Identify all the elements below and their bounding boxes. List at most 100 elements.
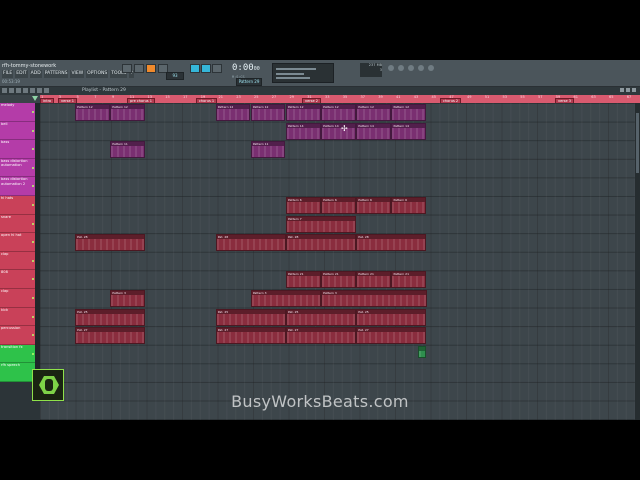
track-mute-led[interactable] xyxy=(32,259,34,262)
snap-icon[interactable] xyxy=(190,64,200,73)
pattern-clip[interactable]: Pattern 6 xyxy=(286,197,321,214)
track-header[interactable]: melody xyxy=(0,103,35,122)
pattern-clip[interactable]: Pattern 21 xyxy=(286,271,321,289)
channel-rack-icon[interactable] xyxy=(398,65,404,71)
track-mute-led[interactable] xyxy=(32,222,34,225)
track-mute-led[interactable] xyxy=(32,352,34,355)
plugin-picker-icon[interactable] xyxy=(428,65,434,71)
zoom-icon[interactable] xyxy=(44,88,49,93)
track-mute-led[interactable] xyxy=(32,297,34,299)
pattern-clip[interactable]: Pat. 27 xyxy=(286,327,356,345)
pattern-clip[interactable]: Pattern 6 xyxy=(321,197,356,214)
track-header[interactable]: bass distortion automation 2 xyxy=(0,177,35,196)
pattern-clip[interactable]: Pattern 12 xyxy=(250,104,286,121)
pattern-clip[interactable]: Pat. 25 xyxy=(356,308,427,326)
pattern-clip[interactable]: Pattern 6 xyxy=(391,197,426,214)
track-header[interactable]: kick xyxy=(0,307,35,327)
select-icon[interactable] xyxy=(37,88,42,93)
track-header[interactable]: bass xyxy=(0,140,35,159)
menu-item-options[interactable]: OPTIONS xyxy=(86,70,109,78)
track-mute-led[interactable] xyxy=(32,148,34,151)
metronome-icon[interactable] xyxy=(201,64,211,73)
track-mute-led[interactable] xyxy=(32,315,34,318)
pattern-clip[interactable]: Pattern 12 xyxy=(321,104,356,121)
pattern-clip[interactable]: Pattern 14 xyxy=(321,122,356,140)
pattern-clip[interactable]: Pat. 27 xyxy=(215,327,286,345)
mute-icon[interactable] xyxy=(23,88,28,93)
track-header[interactable]: open hi hat xyxy=(0,233,35,252)
browser-icon[interactable] xyxy=(418,65,424,71)
pattern-clip[interactable]: Pattern 14 xyxy=(356,122,391,140)
pattern-clip[interactable]: Pattern 21 xyxy=(356,271,391,289)
pattern-clip[interactable]: Pattern 3 xyxy=(321,290,427,307)
menu-item-view[interactable]: VIEW xyxy=(70,70,85,78)
pattern-clip[interactable]: Pattern 12 xyxy=(356,104,391,121)
timeline-ruler[interactable]: 1 3 5 7 9 11 13 15 17 19 21 23 25 27 29 31 33 35 37 39 41 43 4… xyxy=(40,95,640,104)
maximize-icon[interactable] xyxy=(626,88,630,92)
tempo-display[interactable]: 93 xyxy=(166,72,184,80)
pattern-clip[interactable]: Pattern 3 xyxy=(110,290,145,307)
pattern-clip[interactable]: Pattern 3 xyxy=(250,290,321,307)
pattern-clip[interactable]: Pat. 28 xyxy=(215,234,286,252)
menu-item-edit[interactable]: EDIT xyxy=(15,70,28,78)
delete-icon[interactable] xyxy=(16,88,21,93)
stop-icon[interactable] xyxy=(146,64,156,73)
pattern-clip[interactable]: Pattern 11 xyxy=(250,141,286,159)
pattern-clip[interactable]: Pat. 25 xyxy=(286,308,356,326)
pattern-clip[interactable]: Pat. 28 xyxy=(356,234,427,252)
pattern-clip[interactable]: Pat. 25 xyxy=(75,308,146,326)
pattern-song-toggle-icon[interactable] xyxy=(122,64,132,73)
track-header[interactable]: rfh speech xyxy=(0,363,35,382)
mixer-icon[interactable] xyxy=(388,65,394,71)
playhead-marker[interactable] xyxy=(32,96,38,101)
track-header[interactable]: clap xyxy=(0,289,35,308)
track-header[interactable]: bell xyxy=(0,121,35,141)
close-icon[interactable] xyxy=(632,88,636,92)
time-display[interactable]: 0:0000 M:S:CS xyxy=(232,62,268,80)
pattern-clip[interactable]: Pattern 6 xyxy=(356,197,391,214)
vertical-scrollbar[interactable] xyxy=(635,103,640,420)
track-header[interactable]: snare xyxy=(0,214,35,234)
pattern-clip[interactable]: Pattern 12 xyxy=(215,104,251,121)
track-header[interactable]: bass distortion automation xyxy=(0,158,35,178)
pattern-clip[interactable] xyxy=(417,345,426,358)
menu-item-patterns[interactable]: PATTERNS xyxy=(43,70,69,78)
track-mute-led[interactable] xyxy=(32,204,34,206)
arrangement-grid[interactable]: Pattern 12 Pattern 12 Pattern 12 Pattern 12… xyxy=(40,103,635,420)
menu-item-file[interactable]: FILE xyxy=(2,70,14,78)
track-mute-led[interactable] xyxy=(32,129,34,132)
pattern-clip[interactable]: Pattern 14 xyxy=(391,122,426,140)
pattern-clip[interactable]: Pat. 28 xyxy=(75,234,146,252)
pattern-clip[interactable]: Pattern 12 xyxy=(110,104,145,121)
track-mute-led[interactable] xyxy=(32,166,34,169)
pattern-clip[interactable]: Pattern 7 xyxy=(286,215,356,233)
track-mute-led[interactable] xyxy=(32,241,34,244)
cursor-icon[interactable] xyxy=(2,88,7,93)
pattern-clip[interactable]: Pattern 21 xyxy=(321,271,356,289)
pattern-clip[interactable]: Pattern 21 xyxy=(391,271,426,289)
wait-icon[interactable] xyxy=(212,64,222,73)
pattern-clip[interactable]: Pattern 14 xyxy=(286,122,321,140)
track-mute-led[interactable] xyxy=(32,278,34,281)
pattern-clip[interactable]: Pattern 12 xyxy=(75,104,110,121)
track-mute-led[interactable] xyxy=(32,111,34,113)
track-header[interactable]: transition fx xyxy=(0,344,35,364)
slice-icon[interactable] xyxy=(30,88,35,93)
pattern-clip[interactable]: Pattern 12 xyxy=(391,104,426,121)
track-header[interactable]: clap xyxy=(0,251,35,271)
track-mute-led[interactable] xyxy=(32,185,34,188)
menu-item-add[interactable]: ADD xyxy=(29,70,42,78)
minimize-icon[interactable] xyxy=(620,88,624,92)
piano-roll-icon[interactable] xyxy=(408,65,414,71)
pattern-clip[interactable]: Pattern 11 xyxy=(110,141,145,159)
pattern-clip[interactable]: Pattern 12 xyxy=(286,104,321,121)
play-icon[interactable] xyxy=(134,64,144,73)
track-header[interactable]: percussion xyxy=(0,326,35,345)
pattern-clip[interactable]: Pat. 25 xyxy=(215,308,286,326)
track-mute-led[interactable] xyxy=(32,334,34,337)
track-header[interactable]: 808 xyxy=(0,270,35,289)
track-header[interactable]: hi hats xyxy=(0,196,35,215)
pattern-clip[interactable]: Pat. 27 xyxy=(356,327,427,345)
paint-icon[interactable] xyxy=(9,88,14,93)
pattern-clip[interactable]: Pat. 28 xyxy=(286,234,356,252)
